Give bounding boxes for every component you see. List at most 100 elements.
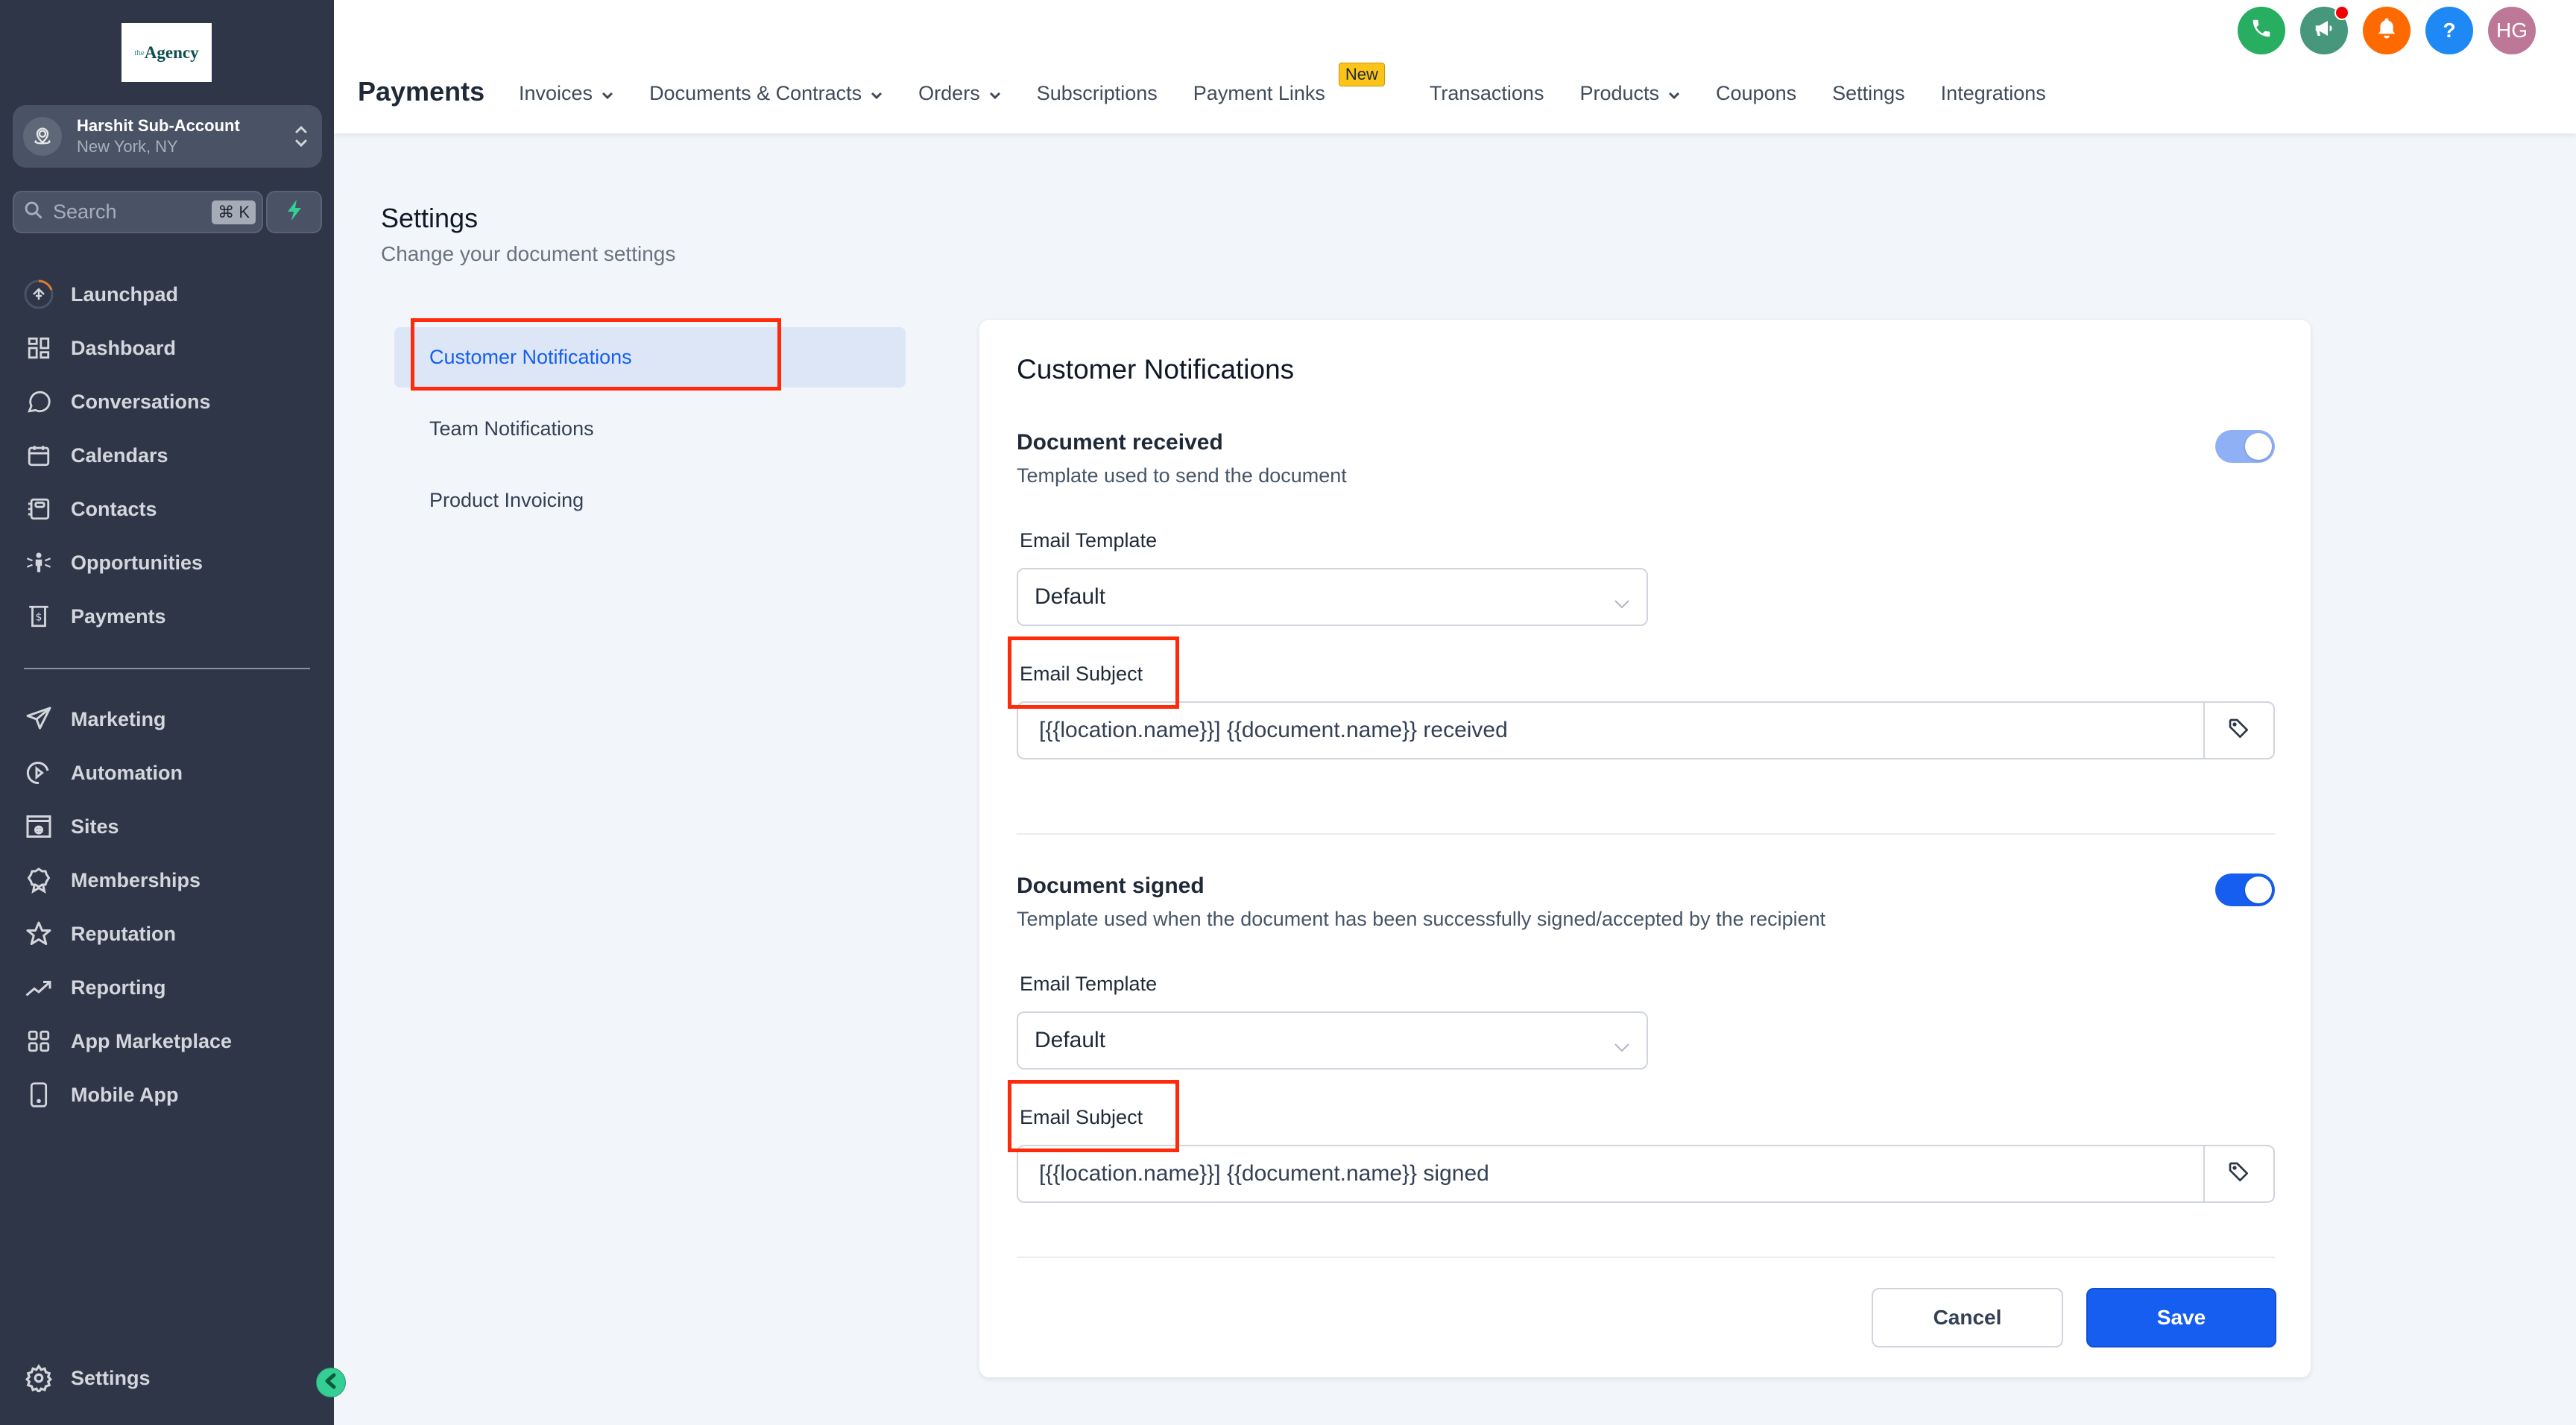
sidebar-item-contacts[interactable]: Contacts — [24, 482, 322, 536]
svg-text:$: $ — [35, 612, 42, 624]
tab-coupons[interactable]: Coupons — [1716, 82, 1796, 105]
phone-button[interactable] — [2238, 7, 2285, 54]
select-value: Default — [1035, 584, 1106, 609]
menu-item-team-notifications[interactable]: Team Notifications — [394, 399, 906, 459]
menu-item-product-invoicing[interactable]: Product Invoicing — [394, 470, 906, 531]
sidebar-item-launchpad[interactable]: Launchpad — [24, 268, 322, 321]
automation-icon — [24, 758, 54, 788]
sidebar-item-reporting[interactable]: Reporting — [24, 961, 322, 1014]
sidebar-item-sites[interactable]: Sites — [24, 800, 322, 853]
template-label-wrap: Email Template — [1020, 973, 2278, 996]
logo-name: Agency — [144, 42, 199, 62]
phone-icon — [2250, 17, 2273, 45]
sidebar-item-payments[interactable]: $ Payments — [24, 590, 322, 643]
sidebar-item-memberships[interactable]: Memberships — [24, 853, 322, 907]
search-shortcut: ⌘ K — [212, 200, 256, 224]
sidebar-item-calendars[interactable]: Calendars — [24, 429, 322, 482]
document-signed-toggle[interactable] — [2215, 873, 2275, 906]
tab-documents-contracts[interactable]: Documents & Contracts — [649, 82, 883, 105]
chat-icon — [24, 387, 54, 417]
card-title: Customer Notifications — [1017, 354, 1295, 385]
logo-prefix: the — [134, 48, 145, 57]
subject-value: [{{location.name}}] {{document.name}} si… — [1039, 1161, 1489, 1186]
document-received-toggle[interactable] — [2215, 430, 2275, 463]
tab-label: Subscriptions — [1036, 82, 1158, 104]
email-template-select[interactable]: Default — [1017, 568, 1648, 626]
chevron-down-icon — [602, 82, 613, 105]
quick-actions-button[interactable] — [266, 191, 322, 233]
tab-label: Transactions — [1429, 82, 1544, 104]
sidebar-item-automation[interactable]: Automation — [24, 746, 322, 800]
footer-divider — [1017, 1257, 2275, 1258]
merge-tag-button[interactable] — [2203, 1146, 2273, 1201]
tab-integrations[interactable]: Integrations — [1941, 82, 2046, 105]
nav-secondary: Marketing Automation Sites Memberships R… — [24, 692, 322, 1122]
tab-products[interactable]: Products — [1579, 82, 1680, 105]
tab-label: Documents & Contracts — [649, 82, 862, 104]
menu-item-customer-notifications[interactable]: Customer Notifications — [394, 327, 906, 388]
sidebar-item-opportunities[interactable]: Opportunities — [24, 536, 322, 590]
email-template-select[interactable]: Default — [1017, 1011, 1648, 1069]
tab-label: Coupons — [1716, 82, 1797, 104]
tab-orders[interactable]: Orders — [918, 82, 1001, 105]
sidebar-item-mobile-app[interactable]: Mobile App — [24, 1068, 322, 1122]
collapse-sidebar-button[interactable] — [316, 1368, 346, 1397]
menu-item-label: Customer Notifications — [429, 346, 632, 368]
sidebar-item-conversations[interactable]: Conversations — [24, 375, 322, 429]
section-description: Template used when the document has been… — [1017, 908, 1826, 930]
announcements-button[interactable] — [2300, 5, 2349, 54]
badge-icon — [24, 865, 54, 895]
sidebar-item-label: Memberships — [71, 868, 201, 891]
email-subject-input[interactable]: [{{location.name}}] {{document.name}} re… — [1017, 701, 2275, 759]
tab-settings[interactable]: Settings — [1832, 82, 1905, 105]
section-description: Template used to send the document — [1017, 464, 1347, 487]
notifications-button[interactable] — [2363, 7, 2411, 54]
tab-transactions[interactable]: Transactions — [1430, 82, 1544, 105]
account-location: New York, NY — [77, 137, 178, 156]
cancel-button[interactable]: Cancel — [1872, 1288, 2063, 1347]
opportunities-icon — [24, 548, 54, 578]
sidebar-item-label: Contacts — [71, 497, 157, 520]
agency-logo[interactable]: the Agency — [121, 23, 212, 82]
sidebar-item-reputation[interactable]: Reputation — [24, 907, 322, 961]
tab-invoices[interactable]: Invoices — [519, 82, 613, 105]
tab-subscriptions[interactable]: Subscriptions — [1037, 82, 1158, 105]
account-switcher[interactable]: Harshit Sub-Account New York, NY — [13, 105, 322, 168]
settings-subtitle: Change your document settings — [381, 242, 676, 265]
search-input[interactable]: Search ⌘ K — [13, 191, 263, 233]
search-placeholder: Search — [53, 200, 117, 223]
sidebar-item-dashboard[interactable]: Dashboard — [24, 321, 322, 375]
lightning-icon — [285, 199, 303, 225]
tab-label: Invoices — [519, 82, 593, 104]
section-title: Document received — [1017, 430, 1223, 455]
save-button[interactable]: Save — [2086, 1288, 2276, 1347]
help-icon: ? — [2443, 19, 2456, 42]
user-avatar[interactable]: HG — [2488, 7, 2536, 54]
sidebar-item-marketing[interactable]: Marketing — [24, 692, 322, 746]
tab-label: Payment Links — [1193, 82, 1325, 104]
tab-payment-links[interactable]: Payment Links New — [1193, 63, 1385, 105]
sidebar-item-settings[interactable]: Settings — [24, 1351, 322, 1405]
sidebar-item-label: Sites — [71, 815, 119, 838]
customer-notifications-card: Customer Notifications Document received… — [979, 319, 2311, 1378]
search-icon — [23, 200, 44, 224]
launchpad-icon — [24, 279, 54, 309]
calendar-icon — [24, 440, 54, 470]
megaphone-icon — [2312, 17, 2336, 45]
email-subject-label: Email Subject — [1020, 663, 1143, 685]
new-badge: New — [1338, 63, 1385, 86]
menu-item-label: Team Notifications — [429, 417, 594, 440]
top-bar: Payments Invoices Documents & Contracts … — [334, 0, 2576, 133]
merge-tag-button[interactable] — [2203, 703, 2273, 758]
location-pin-icon — [23, 117, 62, 156]
nav-primary: Launchpad Dashboard Conversations Calend… — [24, 268, 322, 643]
mobile-icon — [24, 1080, 54, 1110]
tab-label: Integrations — [1940, 82, 2046, 104]
sidebar-item-label: Automation — [71, 761, 183, 784]
email-subject-input[interactable]: [{{location.name}}] {{document.name}} si… — [1017, 1145, 2275, 1203]
help-button[interactable]: ? — [2425, 7, 2473, 54]
email-template-label: Email Template — [1020, 973, 1158, 995]
section-document-received: Document received Template used to send … — [1017, 430, 2275, 487]
page-title: Payments — [358, 76, 485, 107]
sidebar-item-app-marketplace[interactable]: App Marketplace — [24, 1014, 322, 1068]
